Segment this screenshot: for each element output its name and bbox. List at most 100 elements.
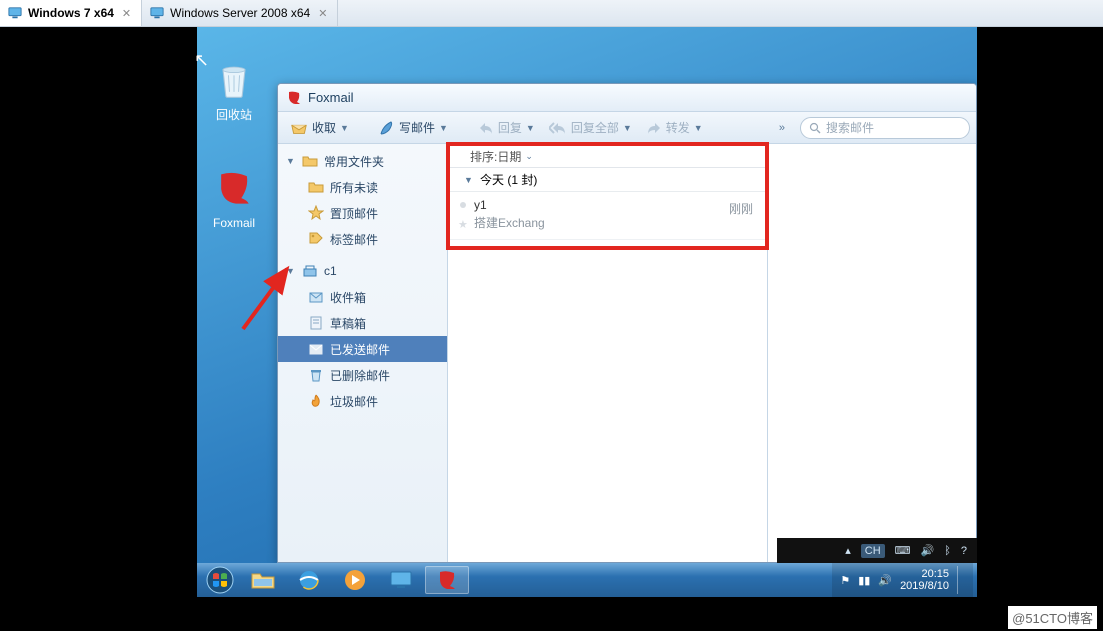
forward-button[interactable]: 转发▼ bbox=[640, 116, 709, 139]
chevron-down-icon: ⌄ bbox=[525, 151, 533, 162]
sidebar-junk[interactable]: 垃圾邮件 bbox=[278, 388, 447, 414]
folder-icon bbox=[250, 569, 276, 591]
compose-button[interactable]: 写邮件▼ bbox=[373, 116, 454, 139]
inbox-icon bbox=[290, 120, 308, 136]
recycle-bin-icon bbox=[212, 57, 256, 101]
search-input[interactable]: 搜索邮件 bbox=[800, 117, 970, 139]
sidebar-tagged[interactable]: 标签邮件 bbox=[278, 226, 447, 252]
sidebar-inbox[interactable]: 收件箱 bbox=[278, 284, 447, 310]
folder-icon bbox=[308, 179, 324, 195]
chevron-down-icon: ▼ bbox=[439, 123, 448, 133]
network-icon[interactable]: ▮▮ bbox=[858, 574, 870, 587]
chevron-down-icon: ▼ bbox=[340, 123, 349, 133]
fire-icon bbox=[308, 393, 324, 409]
mail-time: 刚刚 bbox=[729, 200, 753, 217]
vm-tab-label: Windows Server 2008 x64 bbox=[170, 6, 310, 20]
chevron-down-icon: ▼ bbox=[526, 123, 535, 133]
inbox-icon bbox=[308, 289, 324, 305]
sidebar-all-unread[interactable]: 所有未读 bbox=[278, 174, 447, 200]
sidebar-common-folders[interactable]: ▼ 常用文件夹 bbox=[278, 148, 447, 174]
show-desktop-button[interactable] bbox=[957, 566, 965, 594]
account-icon bbox=[302, 263, 318, 279]
sidebar-drafts[interactable]: 草稿箱 bbox=[278, 310, 447, 336]
foxmail-titlebar[interactable]: Foxmail bbox=[278, 84, 976, 112]
foxmail-icon bbox=[212, 167, 256, 211]
folder-icon bbox=[302, 153, 318, 169]
close-icon[interactable]: ✕ bbox=[316, 7, 329, 20]
foxmail-window: Foxmail 收取▼ 写邮件▼ 回复▼ bbox=[277, 83, 977, 563]
receive-button[interactable]: 收取▼ bbox=[284, 116, 355, 139]
ie-icon bbox=[297, 568, 321, 592]
mail-item[interactable]: ★ y1 搭建Exchang 刚刚 bbox=[450, 192, 765, 240]
sidebar-pinned[interactable]: 置顶邮件 bbox=[278, 200, 447, 226]
folder-sidebar: ▼ 常用文件夹 所有未读 置顶邮件 标签邮件 bbox=[278, 144, 448, 562]
action-center-icon[interactable]: ⚑ bbox=[840, 574, 850, 587]
sidebar-deleted[interactable]: 已删除邮件 bbox=[278, 362, 447, 388]
windows-desktop[interactable]: 回收站 Foxmail G c1@ljq.c Foxmail 收取▼ bbox=[197, 27, 977, 597]
bluetooth-icon[interactable]: ᛒ bbox=[944, 545, 951, 557]
desktop-icon-recycle-bin[interactable]: 回收站 bbox=[199, 57, 269, 123]
toolbar-overflow[interactable]: » bbox=[775, 122, 790, 134]
taskbar-ie[interactable] bbox=[287, 566, 331, 594]
close-icon[interactable]: ✕ bbox=[120, 7, 133, 20]
media-icon bbox=[343, 568, 367, 592]
taskbar-foxmail-running[interactable] bbox=[425, 566, 469, 594]
foxmail-logo-icon bbox=[286, 90, 302, 106]
feather-icon bbox=[379, 120, 395, 136]
mail-subject: 搭建Exchang bbox=[474, 214, 751, 231]
unread-dot-icon bbox=[460, 202, 466, 208]
mail-preview-pane bbox=[768, 144, 976, 562]
sidebar-account-c1[interactable]: ▼ c1 bbox=[278, 258, 447, 284]
reply-all-button[interactable]: 回复全部▼ bbox=[543, 116, 638, 139]
up-arrow-icon[interactable]: ▴ bbox=[845, 544, 851, 557]
reply-button[interactable]: 回复▼ bbox=[472, 116, 541, 139]
star-icon[interactable]: ★ bbox=[458, 218, 468, 231]
search-placeholder: 搜索邮件 bbox=[826, 119, 874, 136]
desktop-icon-foxmail[interactable]: Foxmail bbox=[199, 167, 269, 230]
vm-viewport: ↖ 回收站 Foxmail G c1@ljq.c Foxmail 收取▼ bbox=[0, 27, 1103, 631]
taskbar-vm[interactable] bbox=[379, 566, 423, 594]
chevron-down-icon: ▼ bbox=[464, 175, 474, 185]
monitor-icon bbox=[150, 6, 164, 20]
vm-tab-winserver[interactable]: Windows Server 2008 x64 ✕ bbox=[142, 0, 338, 26]
sort-header[interactable]: 排序:日期 ⌄ bbox=[450, 146, 765, 168]
desktop-icon-label: Foxmail bbox=[199, 216, 269, 230]
chevron-down-icon: ▼ bbox=[286, 156, 296, 166]
vm-tab-win7[interactable]: Windows 7 x64 ✕ bbox=[0, 0, 142, 26]
mail-group-today[interactable]: ▼ 今天 (1 封) bbox=[450, 168, 765, 192]
draft-icon bbox=[308, 315, 324, 331]
chevron-down-icon: ▼ bbox=[623, 123, 632, 133]
sidebar-sent[interactable]: 已发送邮件 bbox=[278, 336, 447, 362]
language-indicator[interactable]: CH bbox=[861, 544, 885, 558]
foxmail-toolbar: 收取▼ 写邮件▼ 回复▼ 回复全部▼ 转发▼ bbox=[278, 112, 976, 144]
tag-icon bbox=[308, 231, 324, 247]
start-button[interactable] bbox=[201, 564, 239, 596]
sent-icon bbox=[308, 341, 324, 357]
mail-from: y1 bbox=[474, 198, 751, 212]
monitor-icon bbox=[8, 6, 22, 20]
mail-list-pane: 排序:日期 ⌄ ▼ 今天 (1 封) ★ y1 搭建Exchang 刚 bbox=[448, 144, 768, 562]
help-icon[interactable]: ? bbox=[961, 545, 967, 557]
search-icon bbox=[809, 122, 821, 134]
windows-logo-icon bbox=[205, 565, 235, 595]
window-title: Foxmail bbox=[308, 90, 354, 105]
reply-arrow-icon bbox=[478, 121, 494, 135]
vm-icon bbox=[389, 569, 413, 591]
taskbar-mediaplayer[interactable] bbox=[333, 566, 377, 594]
volume-icon[interactable]: 🔊 bbox=[878, 574, 892, 587]
star-icon bbox=[308, 205, 324, 221]
system-tray-dark: ▴ CH ⌨ 🔊 ᛒ ? bbox=[777, 538, 977, 563]
desktop-icon-label: 回收站 bbox=[199, 106, 269, 123]
foxmail-icon bbox=[436, 569, 458, 591]
vm-tab-bar: Windows 7 x64 ✕ Windows Server 2008 x64 … bbox=[0, 0, 1103, 27]
chevron-down-icon: ▼ bbox=[694, 123, 703, 133]
tray-clock[interactable]: 20:15 2019/8/10 bbox=[900, 568, 949, 592]
forward-arrow-icon bbox=[646, 121, 662, 135]
mouse-cursor-icon: ↖ bbox=[194, 50, 209, 71]
system-tray: ⚑ ▮▮ 🔊 20:15 2019/8/10 bbox=[832, 563, 973, 597]
annotation-highlight-box: 排序:日期 ⌄ ▼ 今天 (1 封) ★ y1 搭建Exchang 刚 bbox=[446, 142, 769, 250]
keyboard-icon[interactable]: ⌨ bbox=[895, 544, 911, 557]
windows-taskbar: ⚑ ▮▮ 🔊 20:15 2019/8/10 bbox=[197, 563, 977, 597]
volume-icon[interactable]: 🔊 bbox=[921, 544, 935, 557]
taskbar-explorer[interactable] bbox=[241, 566, 285, 594]
